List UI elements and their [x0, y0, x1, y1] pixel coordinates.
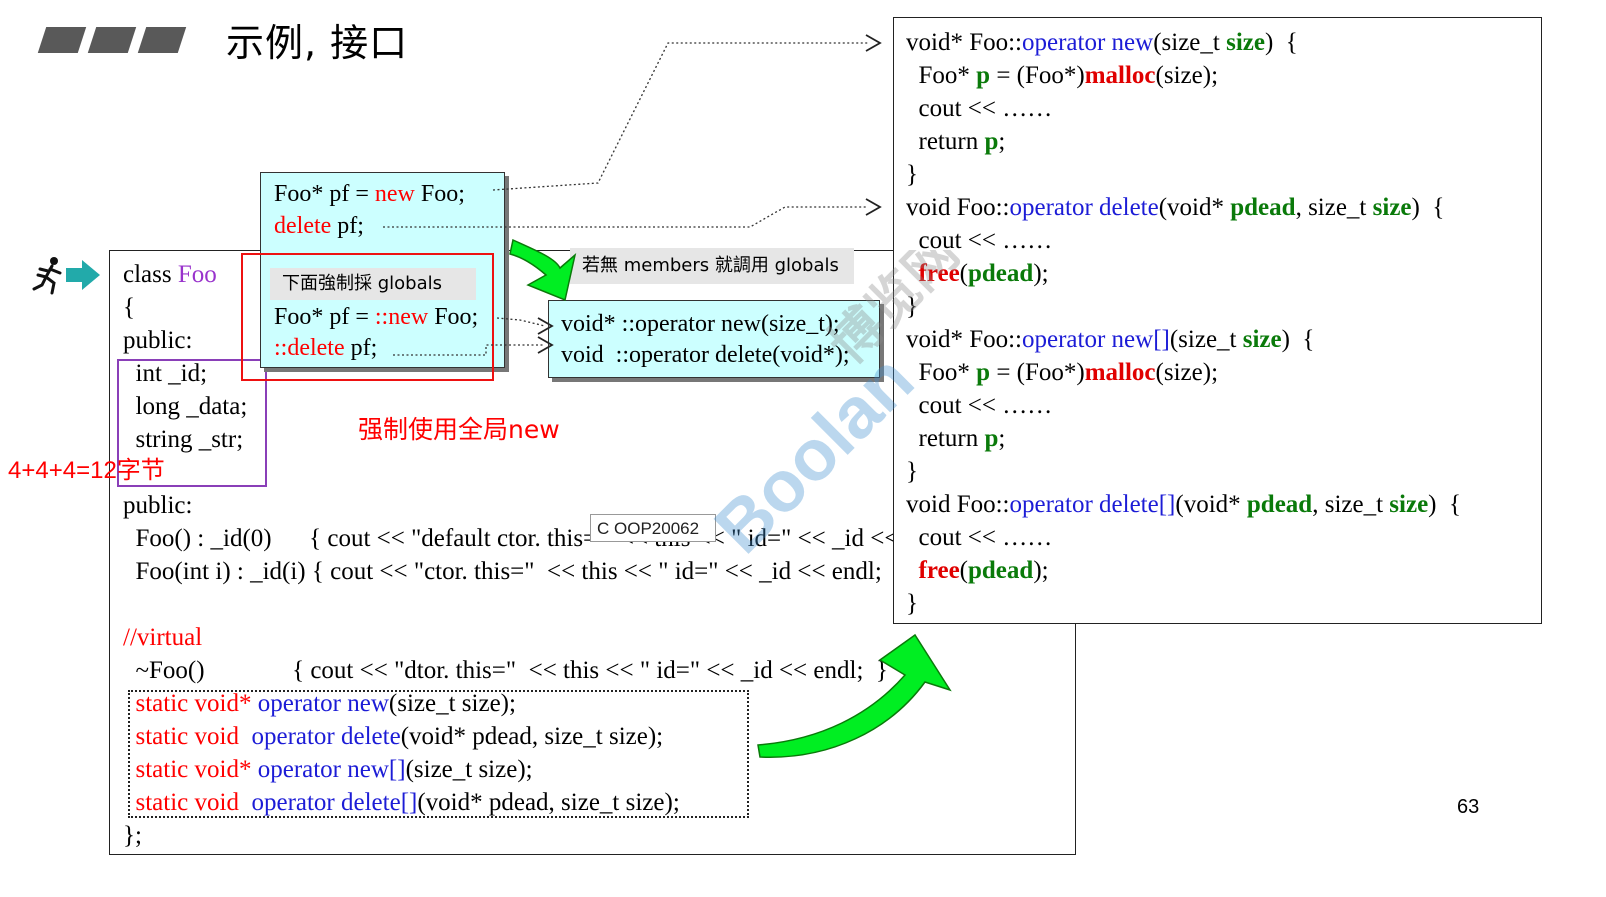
curved-arrow-up [757, 633, 952, 758]
connector-overlay [383, 34, 952, 758]
curved-arrow-down [509, 238, 577, 302]
page-number: 63 [1457, 796, 1480, 818]
